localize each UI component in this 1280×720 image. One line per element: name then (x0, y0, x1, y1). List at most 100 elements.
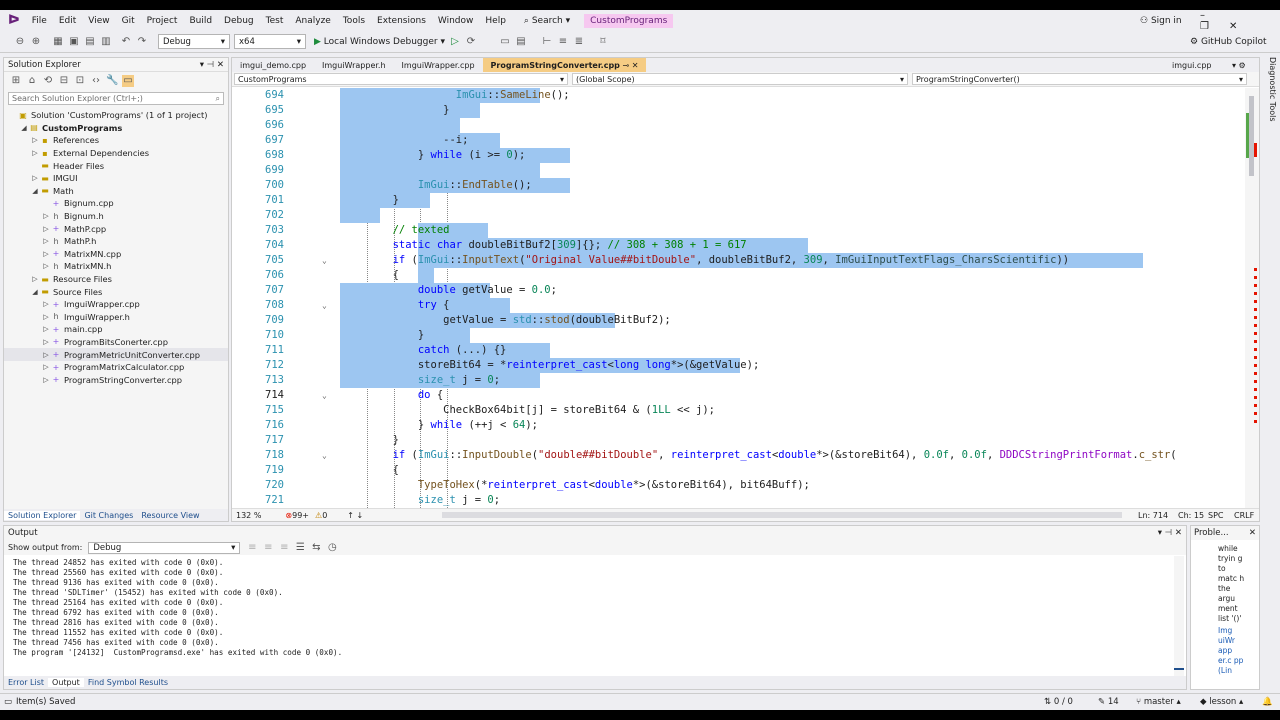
tree-item[interactable]: ▷ + ImguiWrapper.cpp (4, 298, 228, 311)
tree-item[interactable]: ▷ h MathP.h (4, 235, 228, 248)
pin-icon[interactable]: ⊸ (622, 61, 629, 70)
clock-icon[interactable]: ◷ (326, 542, 338, 554)
code-area[interactable]: 694 ImGui::SameLine(); 695 } 696 697 --i; 69… (232, 88, 1247, 508)
search-menu[interactable]: ⌕ Search ▾ (518, 16, 576, 26)
code-line[interactable]: 713 size_t j = 0; (232, 373, 1247, 388)
tree-item[interactable]: ▷ + MathP.cpp (4, 222, 228, 235)
properties-icon[interactable]: 🔧 (106, 75, 118, 87)
code-line[interactable]: 703 // texted (232, 223, 1247, 238)
tree-item[interactable]: ▷ ▬ IMGUI (4, 172, 228, 185)
menu-item-debug[interactable]: Debug (218, 16, 260, 26)
whitespace-indicator[interactable]: SPC (1208, 511, 1224, 520)
code-line[interactable]: 702 (232, 208, 1247, 223)
back-icon[interactable]: ⊖ (14, 36, 26, 48)
expand-arrow-icon[interactable]: ▷ (30, 136, 40, 144)
toolbar-icon-3[interactable]: ⊢ (541, 36, 553, 48)
expand-arrow-icon[interactable]: ▷ (41, 212, 51, 220)
undo-icon[interactable]: ↶ (120, 36, 132, 48)
expand-arrow-icon[interactable]: ◢ (30, 288, 40, 296)
updown-icon[interactable]: ⇅ 0 / 0 (1044, 697, 1073, 707)
platform-select[interactable]: x64 ▾ (234, 34, 306, 49)
next-icon[interactable]: ≡ (278, 542, 290, 554)
code-line[interactable]: 712 storeBit64 = *reinterpret_cast<long … (232, 358, 1247, 373)
show-all-icon[interactable]: ⊡ (74, 75, 86, 87)
menu-item-help[interactable]: Help (479, 16, 512, 26)
expand-arrow-icon[interactable]: ◢ (19, 124, 29, 132)
code-line[interactable]: 707 double getValue = 0.0; (232, 283, 1247, 298)
tab-imgui-cpp[interactable]: imgui.cpp (1164, 58, 1219, 72)
hscrollbar[interactable] (442, 512, 1122, 518)
fold-chevron-icon[interactable]: ⌄ (322, 388, 327, 403)
tree-item[interactable]: ▷ + ProgramMetricUnitConverter.cpp (4, 348, 228, 361)
code-line[interactable]: 716 } while (++j < 64); (232, 418, 1247, 433)
expand-arrow-icon[interactable]: ▷ (30, 275, 40, 283)
close-icon[interactable]: ✕ (632, 61, 639, 70)
signin-button[interactable]: ⚇ Sign in (1140, 16, 1182, 26)
expand-arrow-icon[interactable]: ▷ (41, 250, 51, 258)
menu-item-project[interactable]: Project (141, 16, 184, 26)
expand-arrow-icon[interactable]: ▷ (41, 225, 51, 233)
menu-item-tools[interactable]: Tools (337, 16, 371, 26)
tree-item[interactable]: ◢ ▬ Source Files (4, 285, 228, 298)
code-line[interactable]: 710 } (232, 328, 1247, 343)
forward-icon[interactable]: ⊕ (30, 36, 42, 48)
menu-item-window[interactable]: Window (432, 16, 480, 26)
expand-arrow-icon[interactable]: ▷ (41, 338, 51, 346)
tree-item[interactable]: ▷ ▪ References (4, 134, 228, 147)
sync-icon[interactable]: ⊞ (10, 75, 22, 87)
fold-chevron-icon[interactable]: ⌄ (322, 253, 327, 268)
tab-programstringconverter[interactable]: ProgramStringConverter.cpp ⊸ ✕ (482, 58, 647, 72)
tree-item[interactable]: ◢ ▬ Math (4, 185, 228, 198)
expand-arrow-icon[interactable]: ▷ (41, 262, 51, 270)
toolbar-icon-4[interactable]: ≡ (557, 36, 569, 48)
menu-item-file[interactable]: File (26, 16, 53, 26)
warning-count[interactable]: 0 (322, 511, 327, 520)
tab-find-symbol[interactable]: Find Symbol Results (84, 678, 172, 687)
home-icon[interactable]: ⌂ (26, 75, 38, 87)
code-line[interactable]: 705 ⌄ if (ImGui::InputText("Original Valu… (232, 253, 1247, 268)
expand-arrow-icon[interactable]: ▷ (30, 149, 40, 157)
panel-controls[interactable]: ▾ ⊣ ✕ (200, 60, 224, 70)
close-icon[interactable]: ✕ (1249, 528, 1256, 538)
tree-item[interactable]: ▣ Solution 'CustomPrograms' (1 of 1 proje… (4, 109, 228, 122)
save-all-icon[interactable]: ▥ (100, 36, 112, 48)
clear-all-icon[interactable]: ☰ (294, 542, 306, 554)
tree-item[interactable]: ▷ h MatrixMN.h (4, 260, 228, 273)
code-line[interactable]: 708 ⌄ try { (232, 298, 1247, 313)
code-line[interactable]: 696 (232, 118, 1247, 133)
toolbar-icon-5[interactable]: ≣ (573, 36, 585, 48)
open-icon[interactable]: ▣ (68, 36, 80, 48)
expand-arrow-icon[interactable]: ▷ (30, 174, 40, 182)
tab-git-changes[interactable]: Git Changes (80, 511, 137, 520)
code-line[interactable]: 695 } (232, 103, 1247, 118)
code-line[interactable]: 709 getValue = std::stod(doubleBitBuf2); (232, 313, 1247, 328)
save-icon[interactable]: ▤ (84, 36, 96, 48)
bookmark-icon[interactable]: ⌑ (597, 36, 609, 48)
code-line[interactable]: 698 } while (i >= 0); (232, 148, 1247, 163)
window-controls[interactable]: –❐✕ (1200, 10, 1280, 32)
code-line[interactable]: 720 TypeToHex(*reinterpret_cast<double*>… (232, 478, 1247, 493)
menu-item-view[interactable]: View (82, 16, 115, 26)
code-icon[interactable]: ‹› (90, 75, 102, 87)
expand-arrow-icon[interactable]: ▷ (41, 237, 51, 245)
output-source-select[interactable]: Debug ▾ (88, 541, 241, 554)
menu-item-edit[interactable]: Edit (53, 16, 82, 26)
config-select[interactable]: Debug ▾ (158, 34, 230, 49)
editor-scrollbar[interactable] (1245, 88, 1259, 508)
refresh-icon[interactable]: ⟲ (42, 75, 54, 87)
tab-solution-explorer[interactable]: Solution Explorer (4, 510, 81, 520)
expand-arrow-icon[interactable]: ▷ (41, 376, 51, 384)
nav-arrows[interactable]: ↑ ↓ (347, 511, 363, 520)
tree-item[interactable]: ▷ h Bignum.h (4, 210, 228, 223)
tab-imgui-demo[interactable]: imgui_demo.cpp (232, 58, 314, 72)
run-button[interactable]: ▶ Local Windows Debugger ▾ (314, 37, 445, 47)
menu-item-extensions[interactable]: Extensions (371, 16, 432, 26)
line-indicator[interactable]: Ln: 714 (1138, 511, 1168, 520)
edits-icon[interactable]: ✎ 14 (1098, 697, 1119, 707)
tree-item[interactable]: ▷ + MatrixMN.cpp (4, 248, 228, 261)
solution-search-input[interactable]: Search Solution Explorer (Ctrl+;) ⌕ (8, 92, 224, 105)
notification-icon[interactable]: 🔔 (1262, 697, 1273, 707)
menu-item-build[interactable]: Build (183, 16, 218, 26)
code-line[interactable]: 718 ⌄ if (ImGui::InputDouble("double##bit… (232, 448, 1247, 463)
toolbar-icon-2[interactable]: ▤ (515, 36, 527, 48)
